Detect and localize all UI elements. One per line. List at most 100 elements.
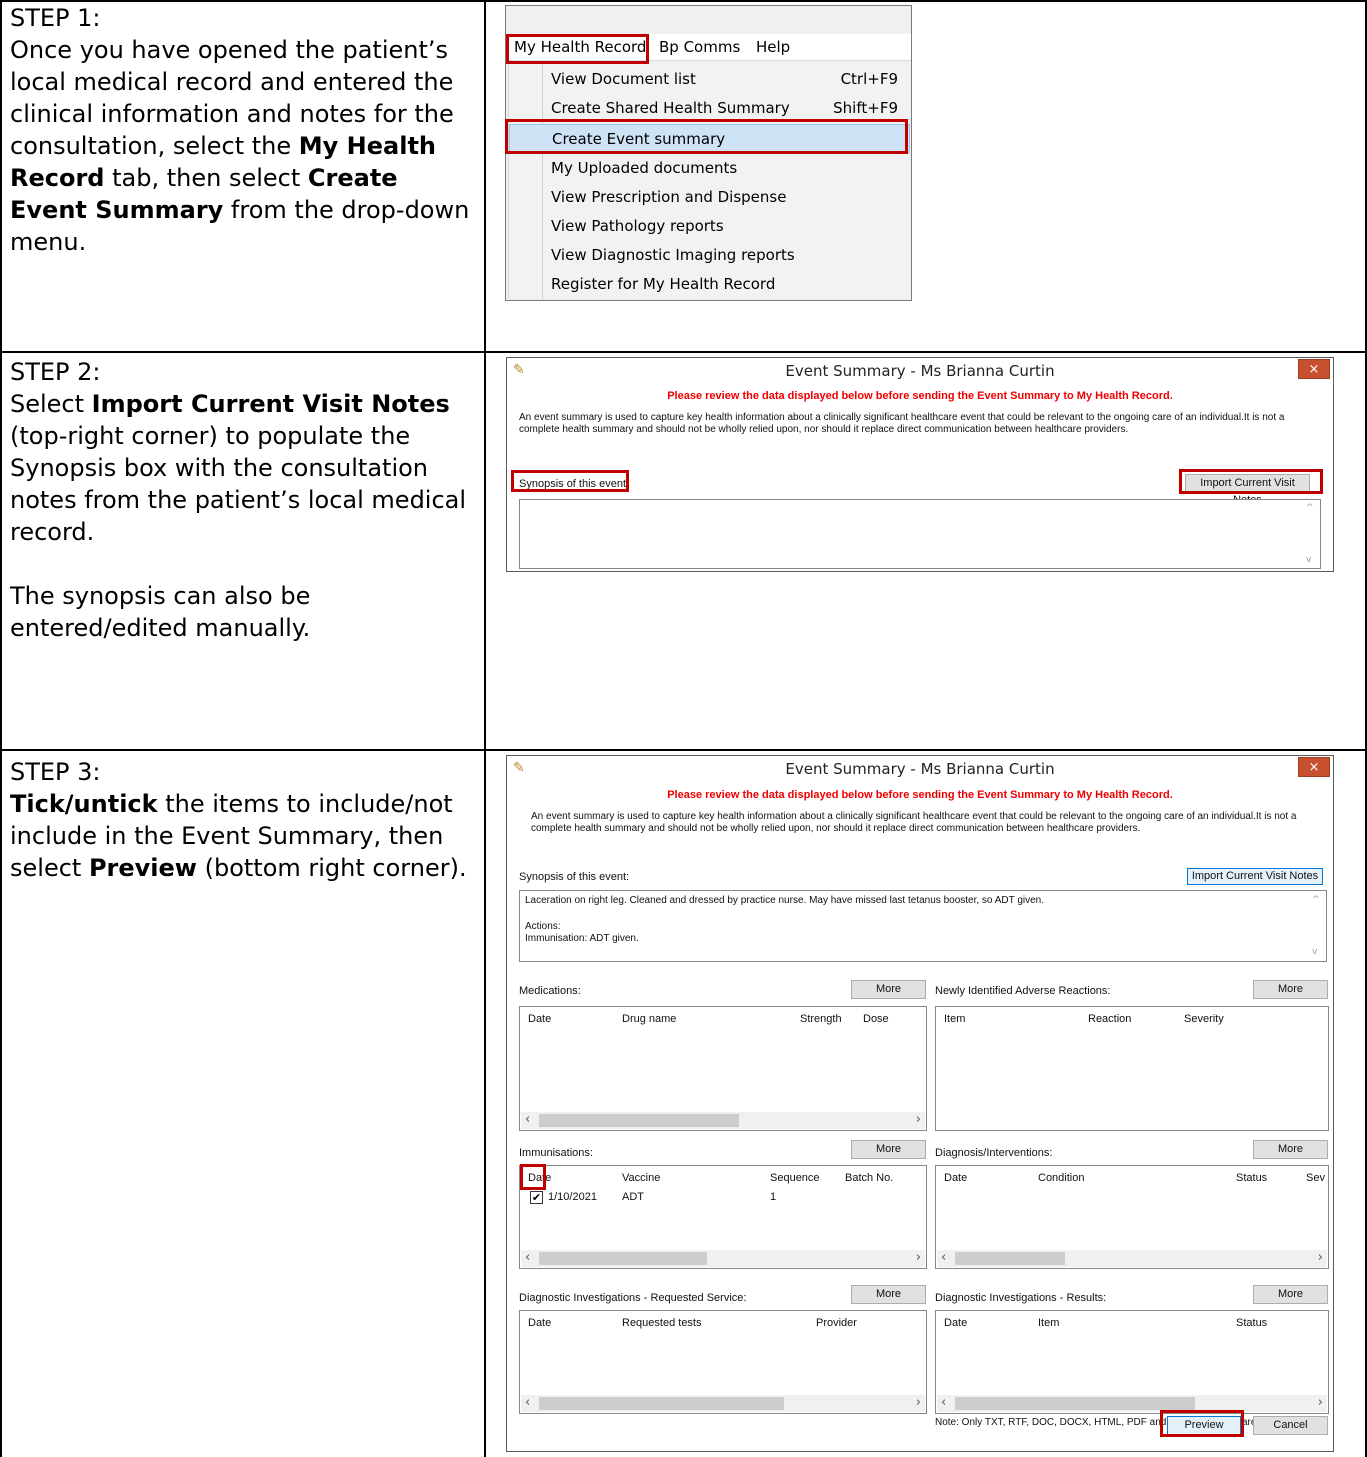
dropdown-menu: View Document list Ctrl+F9 Create Shared … xyxy=(508,63,910,299)
scroll-up-icon[interactable]: ^ xyxy=(1306,503,1314,513)
immunisation-row-checkbox[interactable]: ✔ xyxy=(530,1191,543,1204)
synopsis-scrollbar-full[interactable]: ^ v xyxy=(1309,891,1326,961)
synopsis-label: Synopsis of this event: xyxy=(519,478,630,490)
event-summary-dialog-partial: ✎ Event Summary - Ms Brianna Curtin × Pl… xyxy=(506,357,1334,572)
diagnosis-col-status: Status xyxy=(1236,1172,1268,1184)
step-2-heading: STEP 2: xyxy=(10,358,101,386)
requested-col-date: Date xyxy=(528,1317,552,1329)
immunisations-hscroll[interactable]: ‹ › xyxy=(521,1250,925,1267)
requested-service-grid[interactable]: Date Requested tests Provider ‹ › xyxy=(519,1310,927,1414)
reactions-grid[interactable]: Item Reaction Severity xyxy=(935,1006,1329,1131)
menu-item-create-shared-health-summary[interactable]: Create Shared Health Summary Shift+F9 xyxy=(509,94,910,123)
reactions-more-button[interactable]: More xyxy=(1253,980,1328,999)
menu-bp-comms[interactable]: Bp Comms xyxy=(659,38,740,56)
table-divider-row-2 xyxy=(0,749,1367,751)
synopsis-line-3: Actions: xyxy=(525,921,561,932)
menu-item-view-pathology[interactable]: View Pathology reports xyxy=(509,212,910,241)
results-col-item: Item xyxy=(1038,1317,1060,1329)
requested-col-tests: Requested tests xyxy=(622,1317,702,1329)
dialog-title-full: Event Summary - Ms Brianna Curtin xyxy=(785,760,1055,778)
menu-item-my-uploaded-documents[interactable]: My Uploaded documents xyxy=(509,154,910,183)
scroll-up-icon[interactable]: ^ xyxy=(1312,895,1320,905)
medications-col-date: Date xyxy=(528,1013,552,1025)
diagnosis-col-sev: Sev xyxy=(1306,1172,1325,1184)
immunisations-col-sequence: Sequence xyxy=(770,1172,820,1184)
diagnosis-label: Diagnosis/Interventions: xyxy=(935,1147,1053,1159)
medications-grid[interactable]: Date Drug name Strength Dose ‹ › xyxy=(519,1006,927,1131)
menu-bar: My Health Record Bp Comms Help xyxy=(506,34,911,61)
diagnosis-more-button[interactable]: More xyxy=(1253,1140,1328,1159)
step-1-text: STEP 1: Once you have opened the patient… xyxy=(10,2,478,258)
reactions-label: Newly Identified Adverse Reactions: xyxy=(935,985,1111,997)
diagnosis-grid[interactable]: Date Condition Status Sev ‹ › xyxy=(935,1165,1329,1269)
immunisations-col-batch: Batch No. xyxy=(845,1172,894,1184)
scroll-right-icon: › xyxy=(915,1112,921,1127)
close-button[interactable]: × xyxy=(1298,359,1330,379)
results-grid[interactable]: Date Item Status ‹ › xyxy=(935,1310,1329,1414)
requested-service-label: Diagnostic Investigations - Requested Se… xyxy=(519,1292,747,1304)
step-2-text: STEP 2: Select Import Current Visit Note… xyxy=(10,356,478,644)
immunisations-col-vaccine: Vaccine xyxy=(622,1172,661,1184)
immunisations-more-button[interactable]: More xyxy=(851,1140,926,1159)
import-current-visit-notes-button[interactable]: Import Current Visit Notes xyxy=(1185,474,1310,506)
diagnosis-hscroll[interactable]: ‹ › xyxy=(937,1250,1327,1267)
scroll-down-icon[interactable]: v xyxy=(1312,947,1317,957)
scroll-down-icon[interactable]: v xyxy=(1306,555,1311,565)
results-hscroll[interactable]: ‹ › xyxy=(937,1395,1327,1412)
menu-item-create-event-summary[interactable]: Create Event summary xyxy=(509,124,910,153)
import-current-visit-notes-button-full[interactable]: Import Current Visit Notes xyxy=(1187,868,1323,885)
immunisations-label: Immunisations: xyxy=(519,1147,593,1159)
event-summary-description-full: An event summary is used to capture key … xyxy=(531,811,1297,834)
cancel-button[interactable]: Cancel xyxy=(1253,1416,1328,1435)
scroll-right-icon: › xyxy=(915,1250,921,1265)
immunisations-col-date: Date xyxy=(528,1172,552,1184)
menu-item-view-diagnostic-imaging[interactable]: View Diagnostic Imaging reports xyxy=(509,241,910,270)
immunisations-grid[interactable]: Date Vaccine Sequence Batch No. ✔ 1/10/2… xyxy=(519,1165,927,1269)
event-summary-description: An event summary is used to capture key … xyxy=(519,412,1285,435)
close-button-full[interactable]: × xyxy=(1298,757,1330,777)
scroll-left-icon: ‹ xyxy=(525,1250,531,1265)
menu-my-health-record[interactable]: My Health Record xyxy=(514,38,646,56)
synopsis-textarea[interactable]: ^ v xyxy=(519,499,1321,569)
step-3-heading: STEP 3: xyxy=(10,758,101,786)
requested-col-provider: Provider xyxy=(816,1317,857,1329)
medications-col-dose: Dose xyxy=(863,1013,889,1025)
medications-more-button[interactable]: More xyxy=(851,980,926,999)
diagnosis-col-condition: Condition xyxy=(1038,1172,1085,1184)
table-divider-column xyxy=(484,0,486,1457)
scroll-right-icon: › xyxy=(1317,1250,1323,1265)
scroll-left-icon: ‹ xyxy=(525,1395,531,1410)
preview-button[interactable]: Preview xyxy=(1167,1416,1241,1435)
synopsis-label-full: Synopsis of this event: xyxy=(519,871,630,883)
menu-help[interactable]: Help xyxy=(756,38,790,56)
requested-hscroll[interactable]: ‹ › xyxy=(521,1395,925,1412)
synopsis-line-4: Immunisation: ADT given. xyxy=(525,933,639,944)
menu-item-view-document-list[interactable]: View Document list Ctrl+F9 xyxy=(509,65,910,94)
table-border-left xyxy=(0,0,2,1457)
reactions-col-severity: Severity xyxy=(1184,1013,1224,1025)
menu-item-register[interactable]: Register for My Health Record xyxy=(509,270,910,299)
results-col-date: Date xyxy=(944,1317,968,1329)
medications-col-drug: Drug name xyxy=(622,1013,677,1025)
scroll-left-icon: ‹ xyxy=(941,1250,947,1265)
step-1-heading: STEP 1: xyxy=(10,4,101,32)
immunisation-row-sequence: 1 xyxy=(770,1191,777,1203)
medications-hscroll[interactable]: ‹ › xyxy=(521,1112,925,1129)
scroll-left-icon: ‹ xyxy=(525,1112,531,1127)
medications-col-strength: Strength xyxy=(800,1013,842,1025)
reactions-col-reaction: Reaction xyxy=(1088,1013,1132,1025)
synopsis-textarea-full[interactable]: Laceration on right leg. Cleaned and dre… xyxy=(519,890,1327,962)
scroll-right-icon: › xyxy=(915,1395,921,1410)
event-summary-dialog-full: ✎ Event Summary - Ms Brianna Curtin × Pl… xyxy=(506,755,1334,1452)
menu-item-view-prescription[interactable]: View Prescription and Dispense xyxy=(509,183,910,212)
table-divider-row-1 xyxy=(0,351,1367,353)
dialog-title: Event Summary - Ms Brianna Curtin xyxy=(785,362,1055,380)
results-more-button[interactable]: More xyxy=(1253,1285,1328,1304)
requested-more-button[interactable]: More xyxy=(851,1285,926,1304)
synopsis-line-1: Laceration on right leg. Cleaned and dre… xyxy=(525,895,1044,906)
results-col-status: Status xyxy=(1236,1317,1268,1329)
step-3-text: STEP 3: Tick/untick the items to include… xyxy=(10,756,478,884)
dialog-title-bar: ✎ Event Summary - Ms Brianna Curtin × xyxy=(507,358,1333,385)
synopsis-scrollbar[interactable]: ^ v xyxy=(1303,500,1320,568)
scroll-left-icon: ‹ xyxy=(941,1395,947,1410)
